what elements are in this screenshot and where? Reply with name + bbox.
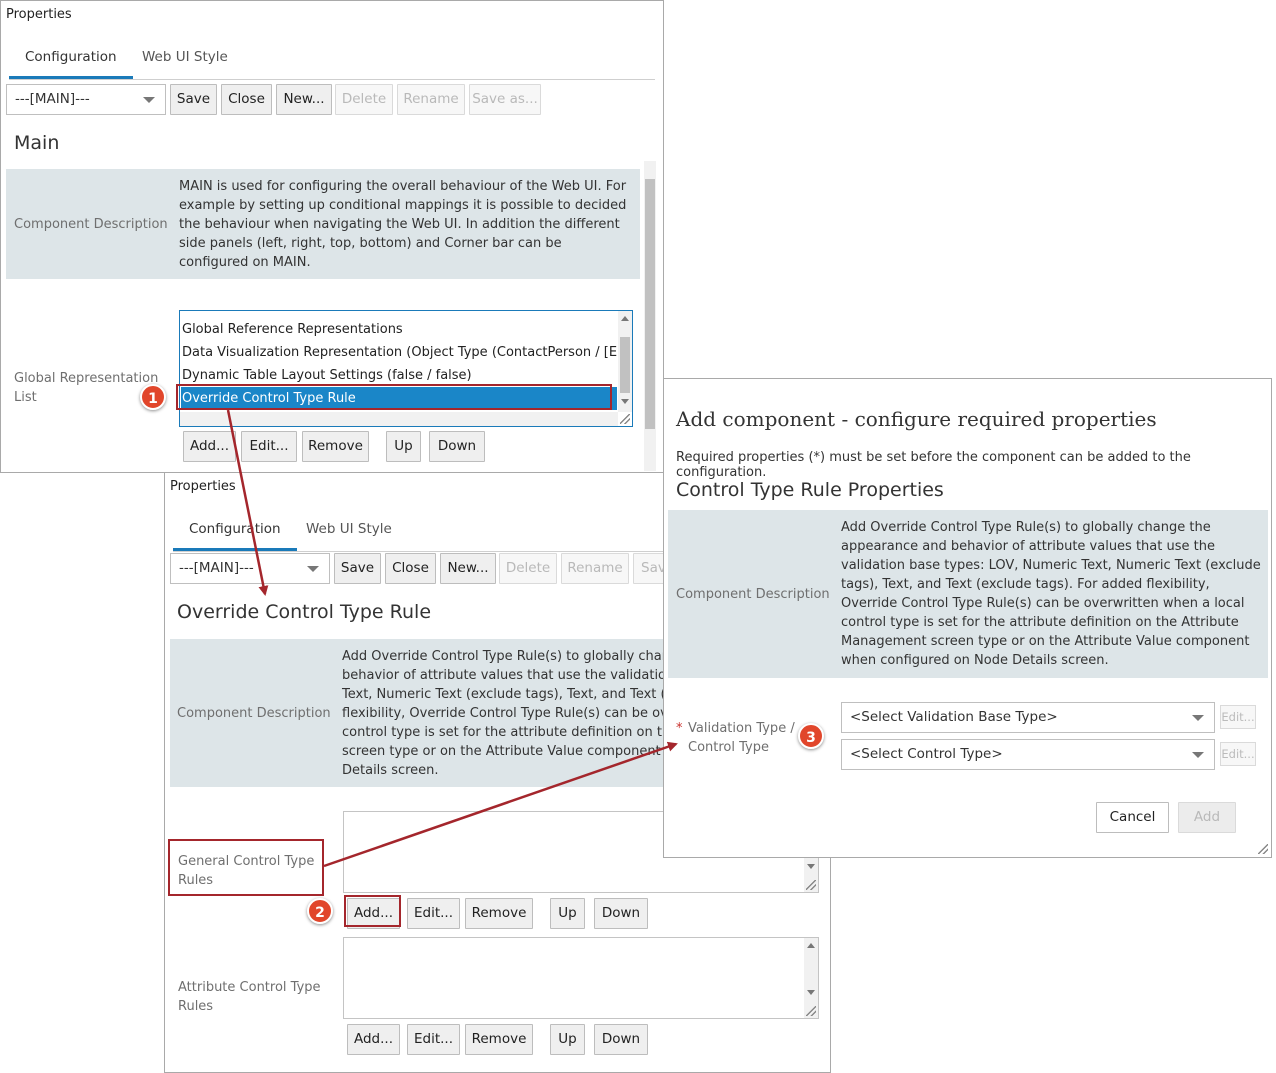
resize-grip-icon[interactable] (806, 1006, 816, 1016)
close-button[interactable]: Close (221, 84, 272, 115)
rename-button[interactable]: Rename (397, 84, 465, 115)
chevron-down-icon (1192, 752, 1204, 758)
chevron-down-icon (307, 566, 319, 572)
chevron-down-icon (143, 97, 155, 103)
scroll-down-icon[interactable] (807, 864, 815, 869)
rename-button[interactable]: Rename (561, 553, 629, 584)
attribute-control-type-rules-label: Attribute Control Type Rules (178, 980, 321, 1014)
scroll-down-icon[interactable] (807, 990, 815, 995)
list-scrollbar[interactable] (618, 311, 632, 412)
delete-button[interactable]: Delete (335, 84, 393, 115)
component-description-text: MAIN is used for configuring the overall… (179, 179, 627, 270)
add-button[interactable]: Add (1178, 802, 1236, 833)
scroll-up-icon[interactable] (621, 316, 629, 321)
global-representation-list[interactable]: Global Reference Representations Data Vi… (179, 310, 633, 427)
config-select-value: ---[MAIN]--- (179, 560, 254, 576)
scroll-thumb[interactable] (620, 337, 630, 393)
general-control-type-rules-label: General Control Type Rules (178, 854, 315, 888)
validation-type-label: * Validation Type / Control Type (676, 719, 816, 757)
up-button[interactable]: Up (550, 898, 585, 929)
scroll-up-icon[interactable] (807, 943, 815, 948)
add-button[interactable]: Add... (347, 1024, 400, 1055)
edit-validation-button[interactable]: Edit... (1220, 705, 1256, 729)
component-description-label: Component Description (676, 587, 830, 602)
close-button[interactable]: Close (385, 553, 436, 584)
resize-grip-icon[interactable] (1258, 844, 1268, 854)
save-button[interactable]: Save (170, 84, 217, 115)
dialog-subtitle: Required properties (*) must be set befo… (676, 450, 1191, 480)
tab-configuration[interactable]: Configuration (9, 37, 133, 79)
panel-title: Properties (6, 7, 72, 22)
list-item-selected[interactable]: Override Control Type Rule (181, 387, 617, 410)
properties-panel-main: Properties Configuration Web UI Style --… (0, 0, 664, 473)
new-button[interactable]: New... (440, 553, 496, 584)
component-description-label: Component Description (177, 706, 331, 721)
add-button[interactable]: Add... (347, 898, 400, 929)
panel-title: Properties (170, 479, 236, 494)
tab-configuration[interactable]: Configuration (173, 509, 297, 551)
scroll-thumb[interactable] (645, 179, 655, 429)
section-title: Main (14, 132, 60, 154)
cancel-button[interactable]: Cancel (1096, 802, 1169, 833)
component-description-row: Component Description MAIN is used for c… (6, 169, 640, 279)
chevron-down-icon (1192, 715, 1204, 721)
down-button[interactable]: Down (594, 1024, 648, 1055)
edit-button[interactable]: Edit... (407, 1024, 460, 1055)
list-item[interactable]: Data Visualization Representation (Objec… (182, 341, 632, 364)
remove-button[interactable]: Remove (465, 1024, 533, 1055)
required-marker: * (676, 721, 683, 736)
section-title: Control Type Rule Properties (676, 479, 944, 501)
callout-badge-1: 1 (140, 384, 166, 410)
list-item[interactable]: Dynamic Table Layout Settings (false / f… (182, 364, 472, 387)
resize-grip-icon[interactable] (806, 880, 816, 890)
component-description-text: Add Override Control Type Rule(s) to glo… (841, 520, 1261, 668)
callout-badge-3: 3 (798, 723, 824, 749)
remove-button[interactable]: Remove (465, 898, 533, 929)
down-button[interactable]: Down (594, 898, 648, 929)
add-button[interactable]: Add... (183, 431, 236, 462)
remove-button[interactable]: Remove (302, 431, 369, 462)
list-hscrollbar[interactable] (180, 412, 618, 426)
up-button[interactable]: Up (386, 431, 421, 462)
callout-badge-2: 2 (307, 898, 333, 924)
delete-button[interactable]: Delete (499, 553, 557, 584)
config-select[interactable]: ---[MAIN]--- (170, 553, 330, 584)
down-button[interactable]: Down (429, 431, 485, 462)
up-button[interactable]: Up (550, 1024, 585, 1055)
edit-button[interactable]: Edit... (241, 431, 297, 462)
tab-web-ui-style[interactable]: Web UI Style (126, 37, 244, 79)
scroll-down-icon[interactable] (621, 399, 629, 404)
control-type-select[interactable]: <Select Control Type> (841, 739, 1215, 770)
resize-grip-icon[interactable] (620, 414, 630, 424)
panel-scrollbar[interactable] (644, 161, 656, 471)
edit-button[interactable]: Edit... (407, 898, 460, 929)
attribute-control-type-rules-list[interactable] (343, 937, 819, 1019)
new-button[interactable]: New... (276, 84, 332, 115)
edit-control-type-button[interactable]: Edit... (1220, 742, 1256, 766)
section-title: Override Control Type Rule (177, 601, 432, 623)
validation-select-value: <Select Validation Base Type> (850, 709, 1058, 725)
dialog-title: Add component - configure required prope… (676, 407, 1157, 431)
save-as-button[interactable]: Save as... (469, 84, 541, 115)
validation-type-label-text: Validation Type / Control Type (688, 721, 795, 755)
list-item[interactable]: Global Reference Representations (182, 318, 403, 341)
component-description-row: Component Description Add Override Contr… (668, 510, 1268, 678)
config-select-value: ---[MAIN]--- (15, 91, 90, 107)
tab-bar: Configuration Web UI Style (9, 37, 655, 80)
add-component-dialog: Add component - configure required prope… (663, 378, 1272, 858)
tab-web-ui-style[interactable]: Web UI Style (290, 509, 408, 551)
validation-base-type-select[interactable]: <Select Validation Base Type> (841, 702, 1215, 733)
save-button[interactable]: Save (334, 553, 381, 584)
component-description-label: Component Description (14, 217, 168, 232)
control-select-value: <Select Control Type> (850, 746, 1003, 762)
config-select[interactable]: ---[MAIN]--- (6, 84, 166, 115)
